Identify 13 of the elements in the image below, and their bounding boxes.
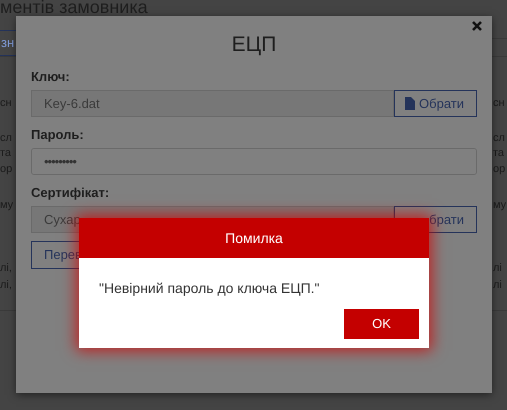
field-label: Ключ: (31, 69, 70, 84)
choose-button[interactable]: Обрати (394, 90, 477, 117)
error-header: Помилка (79, 218, 429, 258)
tab[interactable]: зн (0, 30, 18, 56)
field-label: Сертифікат: (31, 185, 110, 200)
close-icon[interactable] (472, 21, 482, 31)
ok-button[interactable]: OK (344, 309, 419, 339)
error-message: "Невірний пароль до ключа ЕЦП." (99, 279, 320, 298)
file-field[interactable]: Key-6.dat (31, 90, 394, 117)
password-field[interactable]: ••••••••• (31, 148, 477, 175)
file-icon (405, 97, 416, 110)
dialog-title: ЕЦП (232, 32, 276, 58)
field-label: Пароль: (31, 127, 84, 142)
